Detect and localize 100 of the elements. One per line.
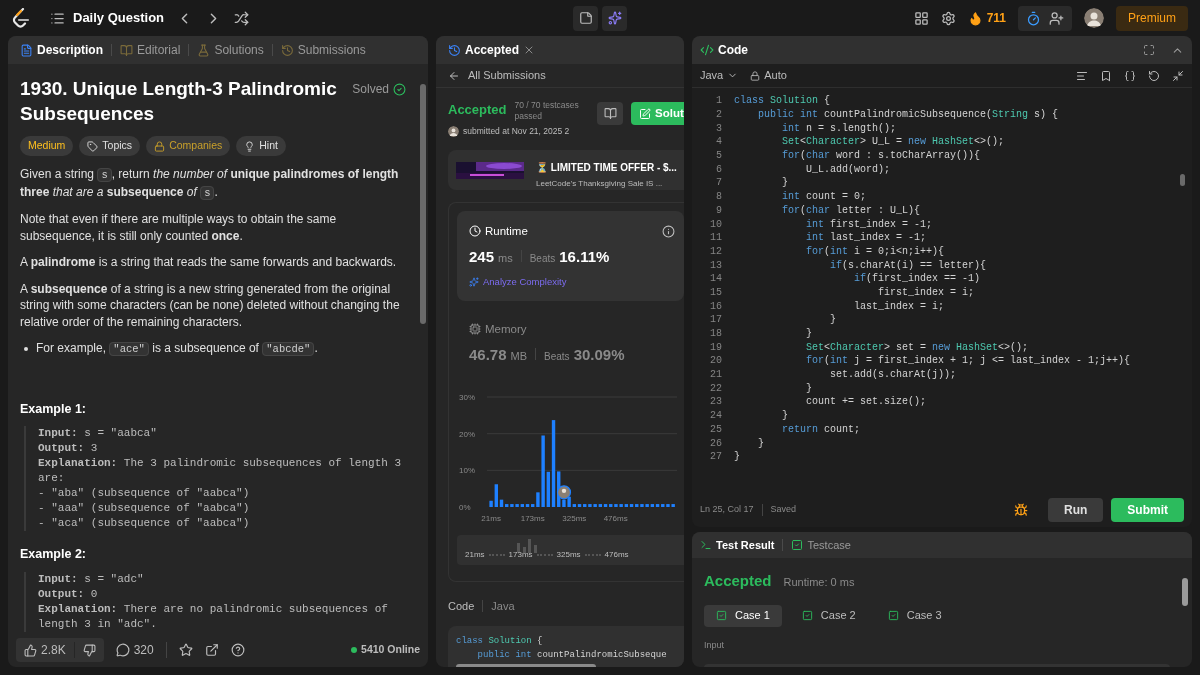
metric-value: 245 <box>469 247 495 267</box>
bar[interactable] <box>583 503 587 507</box>
document-icon <box>20 43 33 57</box>
case-tab[interactable]: Case 3 <box>875 604 954 627</box>
metric-card[interactable]: Runtime 245 ms Beats 16.11% Analyze Complexity <box>457 210 684 301</box>
timer-icon[interactable] <box>1026 10 1041 26</box>
bar[interactable] <box>562 499 566 507</box>
navigator-label: 476ms <box>604 548 629 561</box>
bar[interactable] <box>525 503 530 507</box>
bar[interactable] <box>635 503 639 507</box>
bar[interactable] <box>655 503 660 507</box>
shuffle-icon[interactable] <box>234 10 250 26</box>
check-icon <box>887 610 899 621</box>
bar[interactable] <box>546 471 551 507</box>
axis-label: 21ms <box>481 513 501 523</box>
page-title[interactable]: Daily Question <box>73 8 165 28</box>
tag-chip[interactable]: Topics <box>79 136 141 156</box>
lock-icon <box>154 140 166 152</box>
flame-icon[interactable] <box>967 10 983 26</box>
list-item-text: For example, "ace" is a subsequence of "abcde" . <box>36 340 318 358</box>
star-icon[interactable] <box>178 643 193 657</box>
bar[interactable] <box>614 503 618 507</box>
code-line: return count; <box>781 422 861 437</box>
bar[interactable] <box>671 503 675 507</box>
logo-icon[interactable] <box>12 8 30 28</box>
bar[interactable] <box>572 503 577 507</box>
ai-button[interactable] <box>602 5 627 31</box>
paragraph: Note that even if there are multiple ways to obtain the same subsequence, it is still only counted once. <box>20 211 338 244</box>
panel-tab[interactable]: Submissions <box>280 41 366 59</box>
panel-tab[interactable]: Description <box>20 41 103 59</box>
case-tab[interactable]: Case 1 <box>704 604 782 627</box>
share-icon[interactable] <box>204 643 219 657</box>
lock-icon <box>750 70 761 81</box>
bar[interactable] <box>645 503 649 507</box>
panel-tab[interactable]: Editorial <box>120 41 181 59</box>
bar[interactable] <box>650 503 655 507</box>
case-tab[interactable]: Case 2 <box>789 604 868 627</box>
scrollbar-thumb[interactable] <box>1182 578 1188 606</box>
add-user-icon[interactable] <box>1049 10 1064 26</box>
reset-icon[interactable] <box>1148 69 1160 82</box>
line-number: 6 <box>715 162 722 177</box>
bar[interactable] <box>515 503 519 507</box>
bar[interactable] <box>593 503 597 507</box>
scrollbar-thumb[interactable] <box>1180 174 1185 186</box>
code-line: first_index = i; <box>877 285 975 300</box>
promo-card[interactable]: ⏳ LIMITED TIME OFFER - $... LeetCode's Thanksgiving Sale IS ... <box>448 149 684 190</box>
code-line: for(char letter : U_L){ <box>781 203 921 218</box>
panel-tab[interactable]: Solutions <box>197 41 264 59</box>
note-button[interactable] <box>573 5 598 31</box>
user-marker[interactable] <box>556 484 572 499</box>
tag-chip[interactable]: Medium <box>20 136 74 156</box>
scrollbar-thumb[interactable] <box>420 84 426 324</box>
help-icon[interactable] <box>230 643 245 657</box>
panel-tab[interactable]: Test Result <box>700 536 775 554</box>
code-line: class Solution { <box>734 94 831 109</box>
editorial-button[interactable] <box>597 102 623 125</box>
bar[interactable] <box>577 503 582 507</box>
bar[interactable] <box>619 503 623 507</box>
line-number: 22 <box>709 381 722 396</box>
grid-icon[interactable] <box>913 10 929 26</box>
bar[interactable] <box>520 503 524 507</box>
bar[interactable] <box>510 503 514 507</box>
bar[interactable] <box>531 503 535 507</box>
run-button[interactable]: Run <box>1048 498 1104 522</box>
settings-icon[interactable] <box>940 10 956 26</box>
line-number: 8 <box>715 190 722 205</box>
streak-count[interactable]: 711 <box>986 9 1006 27</box>
shrink-icon[interactable] <box>1172 69 1184 82</box>
bookmark-icon[interactable] <box>1100 69 1112 82</box>
back-link[interactable]: All Submissions <box>436 64 684 88</box>
format-icon[interactable] <box>1076 69 1088 82</box>
metric-card[interactable]: Memory 46.78 MB Beats 30.09% <box>457 308 684 379</box>
info-icon[interactable] <box>662 224 675 238</box>
bar[interactable] <box>640 503 644 507</box>
premium-button[interactable]: Premium <box>1116 5 1188 31</box>
line-number: 20 <box>709 354 722 369</box>
bar[interactable] <box>629 503 634 507</box>
navigator-label: 325ms <box>556 548 581 561</box>
tag-chip[interactable]: Hint <box>236 136 286 156</box>
list-icon[interactable] <box>50 10 65 26</box>
bar[interactable] <box>588 503 592 507</box>
maximize-icon[interactable] <box>1143 44 1155 56</box>
metric-label: Memory <box>485 321 527 337</box>
range-navigator[interactable]: 21ms 173ms 325ms 476ms <box>457 534 684 565</box>
language-dropdown[interactable]: Java <box>700 67 739 84</box>
thumbs-up-icon <box>24 643 37 657</box>
bug-icon[interactable] <box>1014 503 1028 517</box>
bar[interactable] <box>624 503 629 507</box>
comments-button[interactable]: 320 <box>115 641 154 659</box>
bar[interactable] <box>609 503 613 507</box>
bar[interactable] <box>505 503 509 507</box>
tag-chip[interactable]: Companies <box>146 136 231 156</box>
panel-tab[interactable]: Accepted <box>465 41 520 59</box>
panel-tab[interactable]: Testcase <box>791 536 851 554</box>
bar[interactable] <box>598 503 603 507</box>
bar[interactable] <box>661 503 665 507</box>
braces-icon[interactable] <box>1124 69 1136 82</box>
bar[interactable] <box>666 503 670 507</box>
bar[interactable] <box>603 503 608 507</box>
line-number: 5 <box>715 149 722 164</box>
